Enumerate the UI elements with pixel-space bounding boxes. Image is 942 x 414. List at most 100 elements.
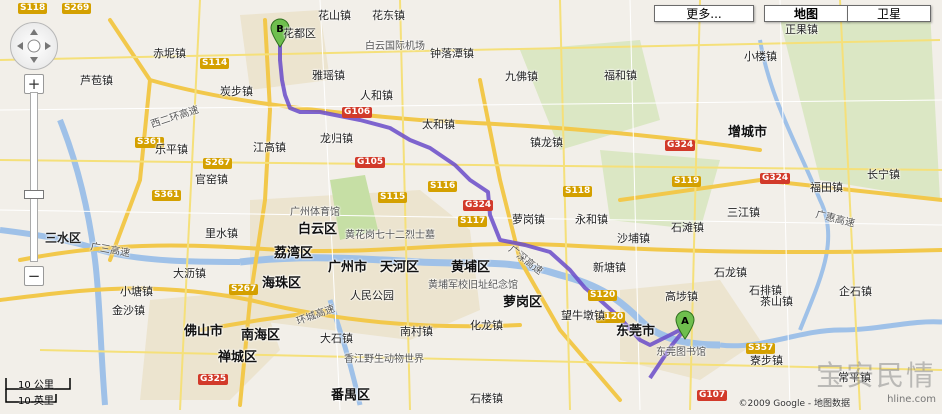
place-gz-stadium: 广州体育馆 <box>290 207 340 218</box>
shield-s267b: S267 <box>229 284 259 295</box>
place-huadu: 花都区 <box>283 27 316 40</box>
satellite-type-button[interactable]: 卫星 <box>847 5 931 22</box>
place-zengcheng: 增城市 <box>728 125 768 140</box>
place-liaobu: 寮步镇 <box>750 354 783 367</box>
shield-s361b: S361 <box>152 190 182 201</box>
more-button[interactable]: 更多... <box>654 5 754 22</box>
place-luogang-town: 萝岗镇 <box>512 213 545 226</box>
place-nanhai: 南海区 <box>241 328 281 343</box>
place-zhenlong: 镇龙镇 <box>530 136 563 149</box>
place-dashi: 大石镇 <box>320 332 353 345</box>
place-panyu: 番禺区 <box>331 388 371 403</box>
place-shilou: 石楼镇 <box>470 392 503 405</box>
green-hills-ne <box>780 10 940 200</box>
place-longgui: 龙归镇 <box>320 132 353 145</box>
place-whampoa: 黄埔军校旧址纪念馆 <box>428 280 518 291</box>
place-chancheng: 禅城区 <box>218 350 258 365</box>
place-xiaotang: 小塘镇 <box>120 285 153 298</box>
place-dongguan-lib: 东莞图书馆 <box>656 347 706 358</box>
place-jinsha: 金沙镇 <box>112 304 145 317</box>
place-hualong: 化龙镇 <box>470 319 503 332</box>
zoom-slider-track[interactable] <box>30 92 38 262</box>
pan-control[interactable] <box>10 22 58 70</box>
river-north <box>57 118 108 406</box>
place-shitan: 石滩镇 <box>671 221 704 234</box>
shield-g324c: G324 <box>760 173 791 184</box>
shield-g106: G106 <box>342 107 373 118</box>
place-luhu: 芦苞镇 <box>80 74 113 87</box>
shield-s119: S119 <box>672 176 702 187</box>
place-xiaolou: 小楼镇 <box>744 50 777 63</box>
shield-s118b: S118 <box>563 186 593 197</box>
zoom-in-button[interactable]: + <box>24 74 44 94</box>
place-tianhe: 天河区 <box>380 260 420 275</box>
place-xinzao: 南村镇 <box>400 325 433 338</box>
place-changning: 长宁镇 <box>867 168 900 181</box>
map-type-button[interactable]: 地图 <box>764 5 848 22</box>
place-zhengguo: 正果镇 <box>785 23 818 36</box>
place-haizhu: 海珠区 <box>262 276 302 291</box>
marker-a-icon: A <box>675 310 695 340</box>
place-huanghuagang: 黄花岗七十二烈士墓 <box>345 230 435 241</box>
copyright-text: ©2009 Google - 地图数据 <box>738 399 850 409</box>
shield-g324: G324 <box>463 200 494 211</box>
place-taihe: 太和镇 <box>422 118 455 131</box>
place-zhongluotan: 钟落潭镇 <box>430 47 474 60</box>
place-gaobu: 高埗镇 <box>665 290 698 303</box>
place-tanbu: 炭步镇 <box>220 85 253 98</box>
scale-km: 10 公里 <box>18 380 54 391</box>
place-shilong: 石龙镇 <box>714 266 747 279</box>
shield-s357: S357 <box>746 343 776 354</box>
place-airport: 白云国际机场 <box>365 41 425 52</box>
shield-s114: S114 <box>200 58 230 69</box>
place-sanjiang: 三江镇 <box>727 206 760 219</box>
place-jianggao: 江高镇 <box>253 141 286 154</box>
place-dongguan: 东莞市 <box>616 324 656 339</box>
place-chinihe: 赤坭镇 <box>153 47 186 60</box>
place-liwan: 荔湾区 <box>274 246 314 261</box>
watermark: 宝安民情 <box>815 359 936 392</box>
scale-bar: 10 公里 10 英里 <box>4 374 104 407</box>
place-jiufo: 九佛镇 <box>505 70 538 83</box>
place-foshan: 佛山市 <box>184 324 224 339</box>
shield-g324b: G324 <box>665 140 696 151</box>
shield-g105: G105 <box>355 157 386 168</box>
place-huadong: 花东镇 <box>372 9 405 22</box>
place-renmin: 人民公园 <box>350 289 394 302</box>
place-guanyao: 官窑镇 <box>195 173 228 186</box>
place-huangpu: 黄埔区 <box>451 260 491 275</box>
shield-s117: S117 <box>458 216 488 227</box>
place-dalong: 大沥镇 <box>173 267 206 280</box>
shield-s116: S116 <box>428 181 458 192</box>
place-leping: 乐平镇 <box>155 143 188 156</box>
place-xintang: 新塘镇 <box>593 261 626 274</box>
place-yagang: 雅瑶镇 <box>312 69 345 82</box>
shield-g325: G325 <box>198 374 229 385</box>
shield-s118: S118 <box>18 3 48 14</box>
place-huashan: 花山镇 <box>318 9 351 22</box>
start-marker[interactable]: A <box>675 310 695 340</box>
place-xiangjiang: 香江野生动物世界 <box>344 354 424 365</box>
shield-s267: S267 <box>203 158 233 169</box>
zoom-slider-thumb[interactable] <box>24 190 44 199</box>
pan-hand-icon <box>17 29 51 63</box>
place-renhe: 人和镇 <box>360 89 393 102</box>
shield-g107: G107 <box>697 390 728 401</box>
zoom-out-button[interactable]: − <box>24 266 44 286</box>
scale-mi: 10 英里 <box>18 396 54 407</box>
place-lishui: 里水镇 <box>205 227 238 240</box>
watermark-url: hline.com <box>887 394 936 405</box>
place-luogang: 萝岗区 <box>503 295 543 310</box>
place-shapu: 沙埔镇 <box>617 232 650 245</box>
shield-s269: S269 <box>62 3 92 14</box>
place-yonghe: 永和镇 <box>575 213 608 226</box>
marker-a-label: A <box>681 316 689 327</box>
place-baiyun: 白云区 <box>298 222 338 237</box>
zoom-control: + − <box>10 22 60 322</box>
place-futian: 福田镇 <box>810 181 843 194</box>
shield-s120: S120 <box>588 290 618 301</box>
place-guangzhou: 广州市 <box>328 260 368 275</box>
place-wangniudun: 望牛墩镇 <box>561 309 605 322</box>
map-canvas[interactable]: A B S118 S269 S114 G106 G105 S115 S116 G… <box>0 0 942 411</box>
place-shipai2: 企石镇 <box>839 285 872 298</box>
